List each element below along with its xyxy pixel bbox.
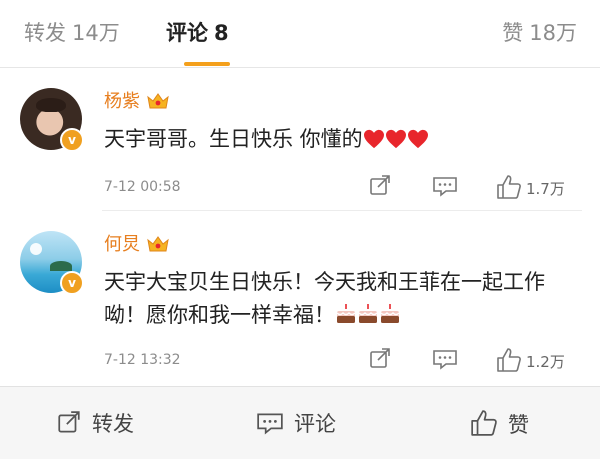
reply-button[interactable] — [432, 174, 458, 202]
comment-text: 天宇哥哥。生日快乐 你懂的 — [104, 123, 584, 156]
comment-username[interactable]: 何炅 — [104, 233, 170, 257]
comment-meta: 7-12 00:58 1.7万 — [104, 174, 582, 200]
like-post-button[interactable]: 赞 — [470, 409, 529, 439]
comment-label: 评论 — [294, 412, 336, 436]
avatar-hair-shape — [36, 98, 66, 112]
cake-icon — [336, 304, 356, 323]
heart-icon — [407, 129, 428, 149]
comment-timestamp: 7-12 13:32 — [104, 352, 181, 368]
repost-button[interactable]: 转发 — [56, 409, 134, 439]
repost-label: 转发 — [92, 412, 134, 436]
avatar-sun-shape — [30, 243, 42, 255]
comment-icon — [433, 177, 457, 197]
like-count: 1.7万 — [526, 180, 565, 198]
comment-tabs: 转发 14万 评论 8 赞 18万 — [0, 0, 600, 68]
share-icon — [370, 175, 390, 195]
thumbs-up-icon — [497, 175, 521, 199]
tab-reposts-label: 转发 — [24, 21, 66, 45]
tab-likes-label: 赞 — [502, 21, 524, 45]
comment-icon — [257, 413, 283, 435]
like-count: 1.2万 — [526, 353, 565, 371]
comment-username[interactable]: 杨紫 — [104, 90, 170, 114]
cake-icon — [358, 304, 378, 323]
heart-icon — [363, 129, 384, 149]
username-text: 杨紫 — [104, 91, 140, 112]
comment-meta: 7-12 13:32 1.2万 — [104, 347, 582, 373]
like-label: 赞 — [508, 413, 529, 437]
heart-icon — [385, 129, 406, 149]
like-button[interactable]: 1.7万 — [496, 174, 565, 204]
tab-likes-count: 18万 — [529, 21, 577, 45]
tab-comments-label: 评论 — [166, 21, 208, 45]
comment-item: v 杨紫 天宇哥哥。生日快乐 你懂的 7-12 00:58 1.7万 — [0, 68, 600, 211]
verified-badge-icon: v — [60, 271, 84, 295]
cake-icon — [380, 304, 400, 323]
thumbs-up-icon — [471, 410, 497, 436]
like-button[interactable]: 1.2万 — [496, 347, 565, 377]
comment-icon — [433, 350, 457, 370]
verified-badge-icon: v — [60, 128, 84, 152]
tab-likes[interactable]: 赞 18万 — [502, 18, 577, 48]
tab-comments-count: 8 — [214, 21, 229, 45]
avatar[interactable]: v — [20, 88, 84, 152]
comment-text: 天宇大宝贝生日快乐！今天我和王菲在一起工作呦！愿你和我一样幸福！ — [104, 266, 584, 332]
tab-reposts-count: 14万 — [72, 21, 120, 45]
member-crown-icon — [147, 236, 169, 252]
member-crown-icon — [147, 93, 169, 109]
comment-timestamp: 7-12 00:58 — [104, 179, 181, 195]
share-icon — [58, 411, 80, 433]
tab-comments[interactable]: 评论 8 — [166, 18, 229, 48]
share-icon — [370, 348, 390, 368]
cake-emoji-group — [335, 303, 401, 327]
reply-button[interactable] — [432, 347, 458, 375]
tab-reposts[interactable]: 转发 14万 — [24, 18, 120, 48]
username-text: 何炅 — [104, 234, 140, 255]
bottom-action-bar: 转发 评论 赞 — [0, 386, 600, 459]
share-button[interactable] — [368, 174, 392, 202]
thumbs-up-icon — [497, 348, 521, 372]
comment-item: v 何炅 天宇大宝贝生日快乐！今天我和王菲在一起工作呦！愿你和我一样幸福！ 7-… — [0, 211, 600, 386]
active-tab-indicator — [184, 62, 230, 66]
avatar-island-shape — [50, 261, 72, 271]
comment-body: 天宇哥哥。生日快乐 你懂的 — [104, 127, 363, 151]
heart-emoji-group — [363, 127, 429, 151]
comment-body: 天宇大宝贝生日快乐！今天我和王菲在一起工作呦！愿你和我一样幸福！ — [104, 270, 545, 327]
comment-button[interactable]: 评论 — [256, 409, 336, 439]
avatar[interactable]: v — [20, 231, 84, 295]
share-button[interactable] — [368, 347, 392, 375]
